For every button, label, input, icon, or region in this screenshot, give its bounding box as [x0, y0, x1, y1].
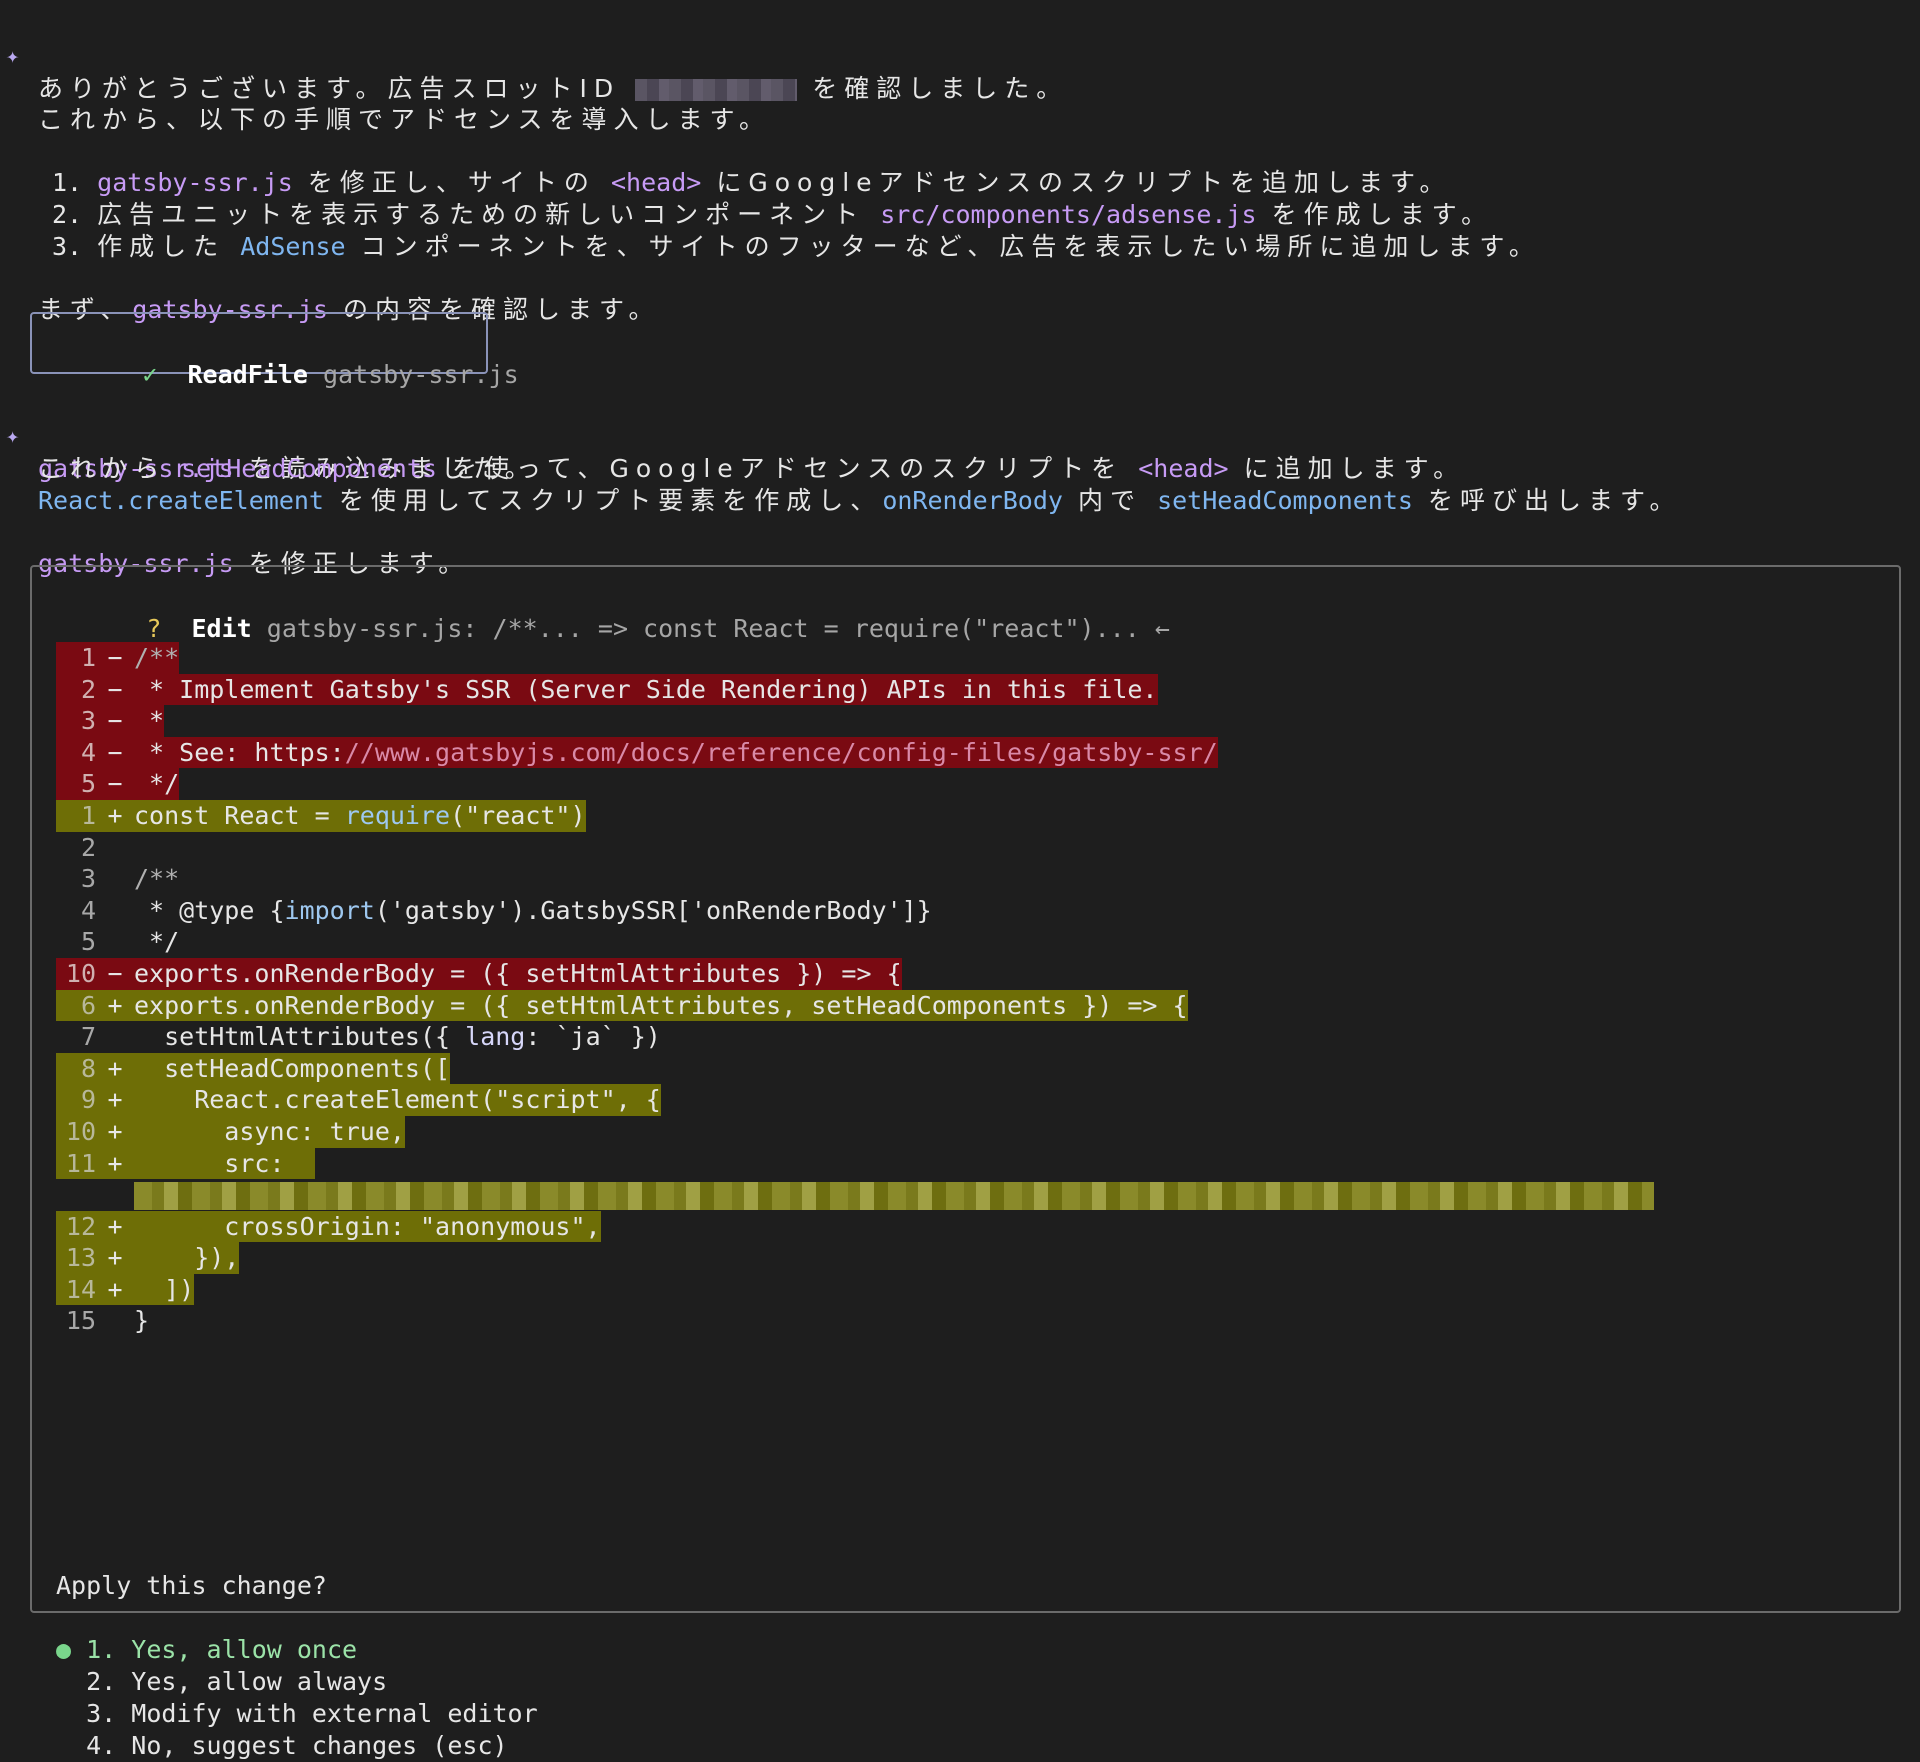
diff-line-added: 14 + ]): [56, 1273, 1876, 1306]
step-2: 2. 広告ユニットを表示するための新しいコンポーネント src/componen…: [0, 167, 1486, 229]
step-number: 3.: [52, 232, 83, 261]
option-label: 4. No, suggest changes (esc): [86, 1731, 508, 1760]
step-text: を作成します。: [1271, 200, 1494, 229]
option-allow-once[interactable]: ● 1. Yes, allow once: [56, 1634, 357, 1666]
diff-line-added: 8 + setHeadComponents([: [56, 1052, 1876, 1085]
diff-line-added: 12 + crossOrigin: "anonymous",: [56, 1210, 1876, 1243]
redacted-script-src: [134, 1182, 1654, 1211]
tool-name: ReadFile: [187, 360, 308, 389]
diff-line-context: 7 setHtmlAttributes({ lang: `ja` }): [80, 1022, 661, 1052]
inline-code: src/components/adsense.js: [880, 200, 1257, 229]
step-3: 3. 作成した AdSense コンポーネントを、サイトのフッターなど、広告を表…: [0, 199, 1534, 261]
assistant-message-1: ✦ ありがとうございます。広告スロットID を確認しました。: [0, 9, 1920, 103]
diff-view: 1−/** 2− * Implement Gatsby's SSR (Serve…: [56, 642, 1876, 1337]
option-label: 3. Modify with external editor: [86, 1699, 538, 1728]
edit-description: gatsby-ssr.js: /**... => const React = r…: [266, 614, 1170, 643]
intro-line: これから、以下の手順でアドセンスを導入します。: [0, 72, 764, 134]
assistant-message-2: ✦ gatsby-ssr.js を読み込みました。: [0, 389, 530, 483]
step-text: にGoogleアドセンスのスクリプトを追加します。: [716, 168, 1452, 197]
option-suggest-changes[interactable]: 4. No, suggest changes (esc): [56, 1730, 508, 1762]
question-icon: ?: [146, 614, 162, 643]
option-label: 1. Yes, allow once: [86, 1635, 358, 1664]
diff-line-removed: 2− * Implement Gatsby's SSR (Server Side…: [56, 673, 1876, 706]
inline-code: gatsby-ssr.js: [97, 168, 293, 197]
sparkle-icon: ✦: [6, 44, 20, 69]
diff-line-removed: 3− *: [56, 705, 1876, 737]
first-check-line: まず、gatsby-ssr.js の内容を確認します。: [0, 262, 654, 324]
step-text: を修正し、サイトの: [307, 168, 596, 197]
step-1: 1. gatsby-ssr.js を修正し、サイトの <head> にGoogl…: [0, 135, 1445, 197]
tool-file: gatsby-ssr.js: [322, 360, 519, 389]
readfile-line: ✓ ReadFile gatsby-ssr.js: [52, 327, 518, 389]
redacted-slot-id: [635, 79, 798, 101]
message-2-line-3: React.createElement を使用してスクリプト要素を作成し、onR…: [0, 453, 1675, 515]
terminal-window: ✦ ありがとうございます。広告スロットID を確認しました。 これから、以下の手…: [0, 0, 1920, 1760]
step-text: 広告ユニットを表示するための新しいコンポーネント: [97, 200, 866, 229]
diff-line-context: 2: [80, 832, 96, 862]
diff-line-removed: 4− * See: https://www.gatsbyjs.com/docs/…: [56, 736, 1876, 769]
modify-line: gatsby-ssr.js を修正します。: [0, 516, 463, 578]
readfile-tool-box: ✓ ReadFile gatsby-ssr.js: [30, 312, 519, 389]
message-text: を呼び出します。: [1428, 486, 1682, 515]
diff-line-context: 5 */: [80, 927, 180, 957]
intro-text: これから、以下の手順でアドセンスを導入します。: [38, 105, 772, 134]
selected-bullet-icon: ●: [56, 1635, 72, 1664]
diff-line-removed: 1−/**: [56, 642, 1876, 674]
option-allow-always[interactable]: 2. Yes, allow always: [56, 1666, 387, 1698]
inline-code: <head>: [610, 168, 702, 197]
inline-code: <head>: [1138, 454, 1229, 483]
diff-line-added: 9 + React.createElement("script", {: [56, 1084, 1876, 1116]
option-external-editor[interactable]: 3. Modify with external editor: [56, 1698, 538, 1730]
diff-line-added: 6 + exports.onRenderBody = ({ setHtmlAttri…: [56, 989, 1876, 1022]
diff-line-removed: 10− exports.onRenderBody = ({ setHtmlAttr…: [56, 957, 1876, 990]
message-2-line-2: これから setHeadComponents を使って、Googleアドセンスの…: [0, 421, 1458, 483]
diff-line-context: 15 }: [65, 1306, 150, 1336]
check-icon: ✓: [142, 360, 158, 389]
message-text: 内で: [1078, 486, 1143, 515]
message-text: に追加します。: [1243, 454, 1466, 483]
option-label: 2. Yes, allow always: [86, 1667, 388, 1696]
diff-line-removed: 5− */: [56, 768, 1876, 800]
message-text: を使用してスクリプト要素を作成し、: [339, 486, 883, 515]
diff-line-added: 10 + async: true,: [56, 1115, 1876, 1148]
inline-code: AdSense: [240, 232, 346, 261]
step-text: 作成した: [97, 232, 226, 261]
diff-line-added: 13 + }),: [56, 1242, 1876, 1274]
edit-confirmation-box: ? Edit gatsby-ssr.js: /**... => const Re…: [30, 565, 1901, 1760]
edit-header: ? Edit gatsby-ssr.js: /**... => const Re…: [56, 581, 1170, 643]
diff-line-context: 3 /**: [80, 864, 180, 894]
diff-line-added: 11 + src:: [56, 1147, 1876, 1180]
step-text: コンポーネントを、サイトのフッターなど、広告を表示したい場所に追加します。: [360, 232, 1541, 261]
diff-line-added: 1 + const React = require("react"): [56, 799, 1876, 832]
message-text: ありがとうございます。広告スロットID: [38, 74, 621, 103]
inline-code: setHeadComponents: [181, 454, 437, 483]
inline-code: onRenderBody: [882, 486, 1063, 515]
inline-code: React.createElement: [38, 486, 324, 515]
message-text: を確認しました。: [812, 74, 1069, 103]
inline-code: setHeadComponents: [1157, 486, 1413, 515]
diff-line-added-redacted: [56, 1179, 1876, 1211]
diff-line-context: 4 * @type {import('gatsby').GatsbySSR['o…: [80, 895, 932, 925]
message-text: を使って、Googleアドセンスのスクリプトを: [452, 454, 1124, 483]
tool-name: Edit: [191, 614, 252, 643]
apply-prompt: Apply this change?: [56, 1571, 327, 1600]
